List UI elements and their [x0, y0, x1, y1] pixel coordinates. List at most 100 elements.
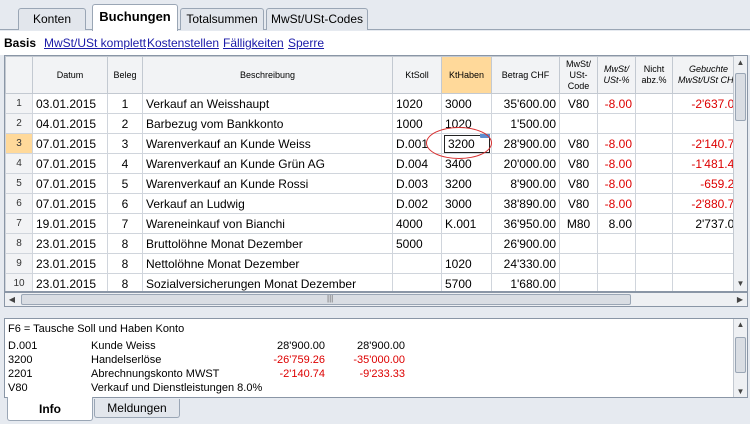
cell-beleg[interactable]: 3 [107, 133, 143, 154]
cell-beleg[interactable]: 4 [107, 153, 143, 174]
cell-betrag[interactable]: 35'600.00 [491, 93, 560, 114]
view-link-faelligkeiten[interactable]: Fälligkeiten [223, 36, 284, 50]
cell-datum[interactable]: 04.01.2015 [32, 113, 108, 134]
cell-mwst-code[interactable]: M80 [559, 213, 598, 234]
cell-ktsoll[interactable]: 5000 [392, 233, 442, 254]
cell-beleg[interactable]: 5 [107, 173, 143, 194]
header-datum[interactable]: Datum [32, 56, 108, 94]
table-row[interactable]: 1 03.01.2015 1 Verkauf an Weisshaupt 1020 300… [5, 93, 745, 114]
cell-datum[interactable]: 23.01.2015 [32, 273, 108, 291]
cell-mwst-code[interactable] [559, 273, 598, 291]
tab-buchungen[interactable]: Buchungen [92, 4, 178, 31]
scroll-down-icon[interactable]: ▼ [734, 277, 747, 291]
cell-nicht-abz[interactable] [635, 173, 673, 194]
cell-betrag[interactable]: 8'900.00 [491, 173, 560, 194]
header-nicht-abz[interactable]: Nicht abz.% [635, 56, 673, 94]
cell-betrag[interactable]: 36'950.00 [491, 213, 560, 234]
header-ktsoll[interactable]: KtSoll [392, 56, 442, 94]
cell-mwst-pct[interactable] [597, 273, 636, 291]
cell-nicht-abz[interactable] [635, 253, 673, 274]
header-mwst-code[interactable]: MwSt/ USt- Code [559, 56, 598, 94]
tab-info[interactable]: Info [7, 397, 93, 421]
info-scrollbar[interactable]: ▲ ▼ [733, 319, 747, 397]
cell-mwst-pct[interactable]: 8.00 [597, 213, 636, 234]
cell-kthaben[interactable]: 3400 [441, 153, 492, 174]
cell-kthaben[interactable]: 3000 [441, 93, 492, 114]
cell-beschreibung[interactable]: Wareneinkauf von Bianchi [142, 213, 393, 234]
grid-vertical-scrollbar[interactable]: ▲ ▼ [733, 56, 747, 291]
cell-beleg[interactable]: 7 [107, 213, 143, 234]
cell-beschreibung[interactable]: Verkauf an Ludwig [142, 193, 393, 214]
cell-kthaben[interactable]: 1020 [441, 253, 492, 274]
cell-mwst-code[interactable] [559, 233, 598, 254]
cell-beleg[interactable]: 2 [107, 113, 143, 134]
cell-mwst-pct[interactable] [597, 113, 636, 134]
table-row[interactable]: 5 07.01.2015 5 Warenverkauf an Kunde Rossi D… [5, 173, 745, 194]
cell-mwst-code[interactable]: V80 [559, 93, 598, 114]
cell-kthaben[interactable]: 3000 [441, 193, 492, 214]
header-beschreibung[interactable]: Beschreibung [142, 56, 393, 94]
cell-beschreibung[interactable]: Warenverkauf an Kunde Rossi [142, 173, 393, 194]
grid-horizontal-scrollbar[interactable]: ◀ ||| ▶ [4, 292, 748, 307]
tab-meldungen[interactable]: Meldungen [94, 399, 180, 418]
cell-datum[interactable]: 07.01.2015 [32, 173, 108, 194]
scroll-down-icon[interactable]: ▼ [734, 387, 747, 396]
cell-kthaben[interactable]: 3200 [441, 133, 492, 154]
cell-nicht-abz[interactable] [635, 153, 673, 174]
cell-beschreibung[interactable]: Barbezug vom Bankkonto [142, 113, 393, 134]
cell-nicht-abz[interactable] [635, 213, 673, 234]
cell-beschreibung[interactable]: Warenverkauf an Kunde Weiss [142, 133, 393, 154]
table-row[interactable]: 2 04.01.2015 2 Barbezug vom Bankkonto 1000 10… [5, 113, 745, 134]
cell-kthaben[interactable]: 1020 [441, 113, 492, 134]
cell-datum[interactable]: 23.01.2015 [32, 233, 108, 254]
cell-beschreibung[interactable]: Nettolöhne Monat Dezember [142, 253, 393, 274]
cell-mwst-code[interactable]: V80 [559, 173, 598, 194]
cell-ktsoll[interactable] [392, 273, 442, 291]
cell-ktsoll[interactable] [392, 253, 442, 274]
cell-nicht-abz[interactable] [635, 233, 673, 254]
header-betrag[interactable]: Betrag CHF [491, 56, 560, 94]
cell-betrag[interactable]: 1'500.00 [491, 113, 560, 134]
cell-betrag[interactable]: 1'680.00 [491, 273, 560, 291]
cell-beleg[interactable]: 6 [107, 193, 143, 214]
table-row[interactable]: 6 07.01.2015 6 Verkauf an Ludwig D.002 3000 38… [5, 193, 745, 214]
cell-nicht-abz[interactable] [635, 93, 673, 114]
hscroll-thumb[interactable]: ||| [21, 294, 631, 305]
header-kthaben[interactable]: KtHaben [441, 56, 492, 94]
tab-totalsummen[interactable]: Totalsummen [180, 8, 264, 30]
cell-mwst-code[interactable]: V80 [559, 193, 598, 214]
cell-ktsoll[interactable]: 1020 [392, 93, 442, 114]
cell-beleg[interactable]: 8 [107, 273, 143, 291]
cell-nicht-abz[interactable] [635, 273, 673, 291]
cell-beleg[interactable]: 1 [107, 93, 143, 114]
header-beleg[interactable]: Beleg [107, 56, 143, 94]
table-row[interactable]: 9 23.01.2015 8 Nettolöhne Monat Dezember 102… [5, 253, 745, 274]
cell-betrag[interactable]: 24'330.00 [491, 253, 560, 274]
table-row[interactable]: 7 19.01.2015 7 Wareneinkauf von Bianchi 4000… [5, 213, 745, 234]
view-link-kostenstellen[interactable]: Kostenstellen [147, 36, 219, 50]
cell-nicht-abz[interactable] [635, 193, 673, 214]
cell-beschreibung[interactable]: Verkauf an Weisshaupt [142, 93, 393, 114]
cell-mwst-code[interactable]: V80 [559, 133, 598, 154]
cell-ktsoll[interactable]: 1000 [392, 113, 442, 134]
cell-mwst-code[interactable] [559, 253, 598, 274]
cell-kthaben[interactable]: 5700 [441, 273, 492, 291]
cell-betrag[interactable]: 28'900.00 [491, 133, 560, 154]
table-row[interactable]: 4 07.01.2015 4 Warenverkauf an Kunde Grün A… [5, 153, 745, 174]
view-link-mwst-komplett[interactable]: MwSt/USt komplett [44, 36, 146, 50]
cell-datum[interactable]: 19.01.2015 [32, 213, 108, 234]
cell-betrag[interactable]: 26'900.00 [491, 233, 560, 254]
cell-ktsoll[interactable]: D.003 [392, 173, 442, 194]
view-basis[interactable]: Basis [4, 36, 36, 50]
scroll-right-icon[interactable]: ▶ [733, 293, 747, 306]
cell-mwst-pct[interactable]: -8.00 [597, 193, 636, 214]
cell-betrag[interactable]: 20'000.00 [491, 153, 560, 174]
cell-ktsoll[interactable]: 4000 [392, 213, 442, 234]
cell-beschreibung[interactable]: Sozialversicherungen Monat Dezember [142, 273, 393, 291]
cell-ktsoll[interactable]: D.001 [392, 133, 442, 154]
table-row[interactable]: 3 07.01.2015 3 Warenverkauf an Kunde Weiss D… [5, 133, 745, 154]
tab-mwst-ust-codes[interactable]: MwSt/USt-Codes [266, 8, 368, 30]
table-row[interactable]: 10 23.01.2015 8 Sozialversicherungen Monat … [5, 273, 745, 291]
cell-betrag[interactable]: 38'890.00 [491, 193, 560, 214]
cell-mwst-code[interactable] [559, 113, 598, 134]
